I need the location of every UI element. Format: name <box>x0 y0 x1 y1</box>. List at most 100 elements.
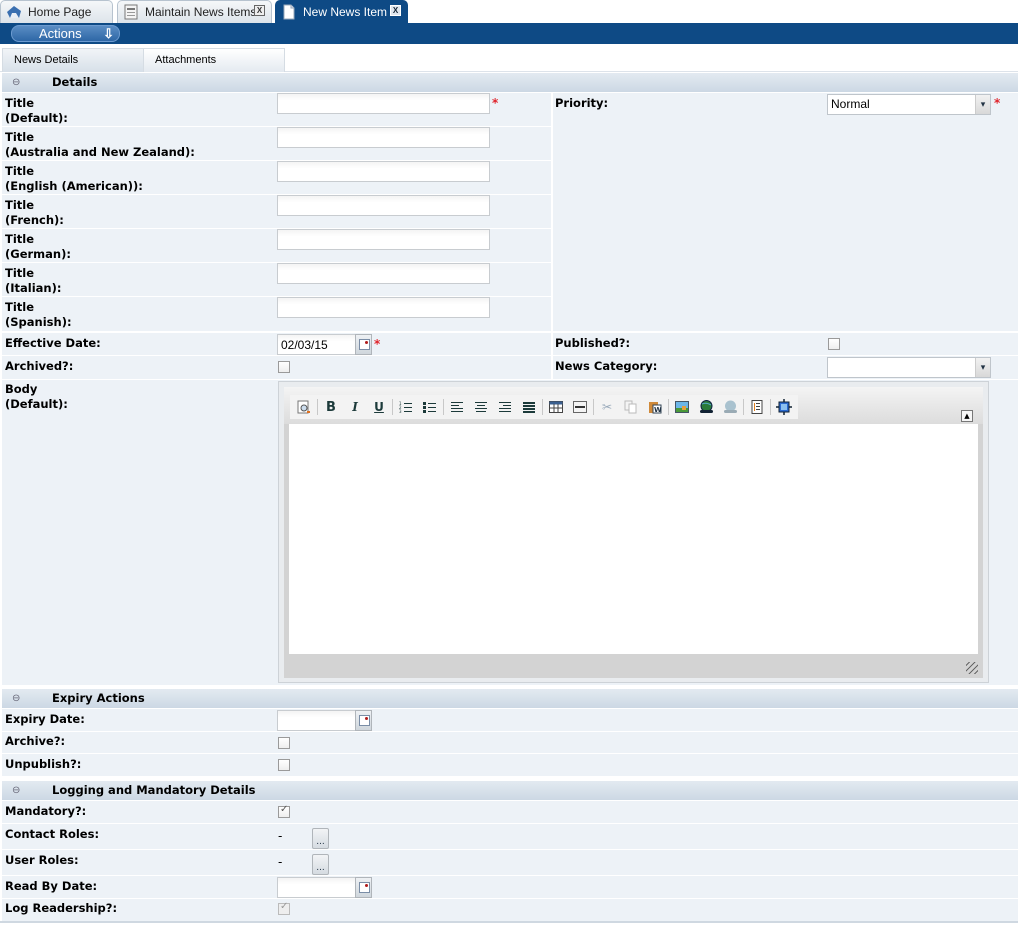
source-icon[interactable] <box>745 396 769 418</box>
chevron-down-icon[interactable]: ▾ <box>975 95 990 114</box>
title-spanish-input[interactable] <box>277 297 490 318</box>
priority-row <box>553 93 1018 331</box>
calendar-icon[interactable] <box>355 710 372 731</box>
read-by-date-label: Read By Date: <box>5 879 98 893</box>
table-icon[interactable] <box>544 396 568 418</box>
mandatory-label: Mandatory?: <box>5 804 87 818</box>
archive-row <box>2 732 1018 753</box>
archived-row <box>2 356 551 379</box>
preview-icon[interactable] <box>292 396 316 418</box>
section-details-header[interactable]: ⊖ Details <box>2 73 1018 92</box>
editor-toolbar: B I U 123 ✂ W ▲ <box>284 387 983 424</box>
user-roles-lookup-button[interactable]: ... <box>312 854 329 875</box>
contact-roles-row <box>2 824 1018 849</box>
archived-label: Archived?: <box>5 359 74 373</box>
sub-tab-bar: News Details Attachments <box>0 46 1018 72</box>
collapse-icon[interactable]: ⊖ <box>12 689 20 708</box>
svg-text:W: W <box>654 406 662 414</box>
section-title: Expiry Actions <box>52 691 145 705</box>
news-category-label: News Category: <box>555 359 658 373</box>
actions-button[interactable]: Actions ⇩ <box>11 25 120 42</box>
align-left-icon[interactable] <box>445 396 469 418</box>
close-tab-icon[interactable]: X <box>254 5 265 16</box>
priority-label: Priority: <box>555 96 609 110</box>
collapse-toolbar-icon[interactable]: ▲ <box>961 410 973 422</box>
user-roles-label: User Roles: <box>5 853 79 867</box>
contact-roles-label: Contact Roles: <box>5 827 100 841</box>
title-anz-label: Title (Australia and New Zealand): <box>5 130 195 159</box>
toolbar-separator <box>542 399 543 415</box>
news-category-select[interactable]: ▾ <box>827 357 991 378</box>
link-icon[interactable] <box>694 396 718 418</box>
title-french-input[interactable] <box>277 195 490 216</box>
horizontal-rule-icon[interactable] <box>568 396 592 418</box>
mandatory-checkbox[interactable] <box>278 804 290 818</box>
unpublish-checkbox[interactable] <box>278 759 290 771</box>
action-bar: Actions ⇩ <box>0 23 1018 44</box>
archive-checkbox[interactable] <box>278 737 290 749</box>
align-center-icon[interactable] <box>469 396 493 418</box>
italic-icon[interactable]: I <box>343 396 367 418</box>
title-default-input[interactable] <box>277 93 490 114</box>
tab-new-news-item[interactable]: New News Item X <box>275 0 408 23</box>
title-italian-label: Title (Italian): <box>5 266 62 295</box>
collapse-icon[interactable]: ⊖ <box>12 781 20 800</box>
title-default-label: Title (Default): <box>5 96 68 125</box>
svg-text:3: 3 <box>399 409 402 414</box>
resize-handle[interactable] <box>966 662 978 674</box>
toolbar-separator <box>443 399 444 415</box>
unordered-list-icon[interactable] <box>418 396 442 418</box>
calendar-icon[interactable] <box>355 334 372 355</box>
justify-icon[interactable] <box>517 396 541 418</box>
cut-icon[interactable]: ✂ <box>595 396 619 418</box>
chevron-down-icon[interactable]: ▾ <box>975 358 990 377</box>
title-french-label: Title (French): <box>5 198 64 227</box>
toolbar-separator <box>593 399 594 415</box>
collapse-icon[interactable]: ⊖ <box>12 73 20 92</box>
effective-date-input[interactable] <box>277 334 357 355</box>
contact-roles-lookup-button[interactable]: ... <box>312 828 329 849</box>
published-checkbox[interactable] <box>828 338 840 350</box>
required-marker: * <box>492 96 499 110</box>
read-by-date-input[interactable] <box>277 877 357 898</box>
calendar-icon[interactable] <box>355 877 372 898</box>
title-italian-input[interactable] <box>277 263 490 284</box>
toolbar-separator <box>770 399 771 415</box>
ordered-list-icon[interactable]: 123 <box>394 396 418 418</box>
bold-icon[interactable]: B <box>319 396 343 418</box>
underline-icon[interactable]: U <box>367 396 391 418</box>
title-en-us-input[interactable] <box>277 161 490 182</box>
paste-word-icon[interactable]: W <box>643 396 667 418</box>
close-tab-icon[interactable]: X <box>390 5 401 16</box>
priority-select[interactable]: Normal ▾ <box>827 94 991 115</box>
document-icon <box>281 4 297 20</box>
rich-text-editor: B I U 123 ✂ W ▲ <box>278 381 989 683</box>
align-right-icon[interactable] <box>493 396 517 418</box>
unlink-icon[interactable] <box>718 396 742 418</box>
copy-icon[interactable] <box>619 396 643 418</box>
actions-label: Actions <box>39 26 82 41</box>
fullscreen-icon[interactable] <box>772 396 796 418</box>
title-anz-input[interactable] <box>277 127 490 148</box>
expiry-date-input[interactable] <box>277 710 357 731</box>
image-icon[interactable] <box>670 396 694 418</box>
body-editor-area[interactable] <box>289 424 978 654</box>
read-by-date-row <box>2 876 1018 898</box>
body-label: Body (Default): <box>5 382 68 411</box>
arrow-down-icon: ⇩ <box>103 26 114 41</box>
archived-checkbox[interactable] <box>278 361 290 373</box>
required-marker: * <box>994 96 1001 110</box>
section-logging-header[interactable]: ⊖ Logging and Mandatory Details <box>2 781 1018 800</box>
tab-home-page[interactable]: Home Page <box>0 0 113 23</box>
subtab-news-details[interactable]: News Details <box>2 48 144 72</box>
title-german-input[interactable] <box>277 229 490 250</box>
tab-maintain-news-items[interactable]: Maintain News Items X <box>117 0 272 23</box>
section-expiry-header[interactable]: ⊖ Expiry Actions <box>2 689 1018 708</box>
tab-label: Home Page <box>28 5 92 19</box>
subtab-attachments[interactable]: Attachments <box>143 48 285 72</box>
user-roles-row <box>2 850 1018 875</box>
home-icon <box>6 4 22 20</box>
log-readership-row <box>2 899 1018 921</box>
effective-date-label: Effective Date: <box>5 336 101 350</box>
section-title: Logging and Mandatory Details <box>52 783 256 797</box>
